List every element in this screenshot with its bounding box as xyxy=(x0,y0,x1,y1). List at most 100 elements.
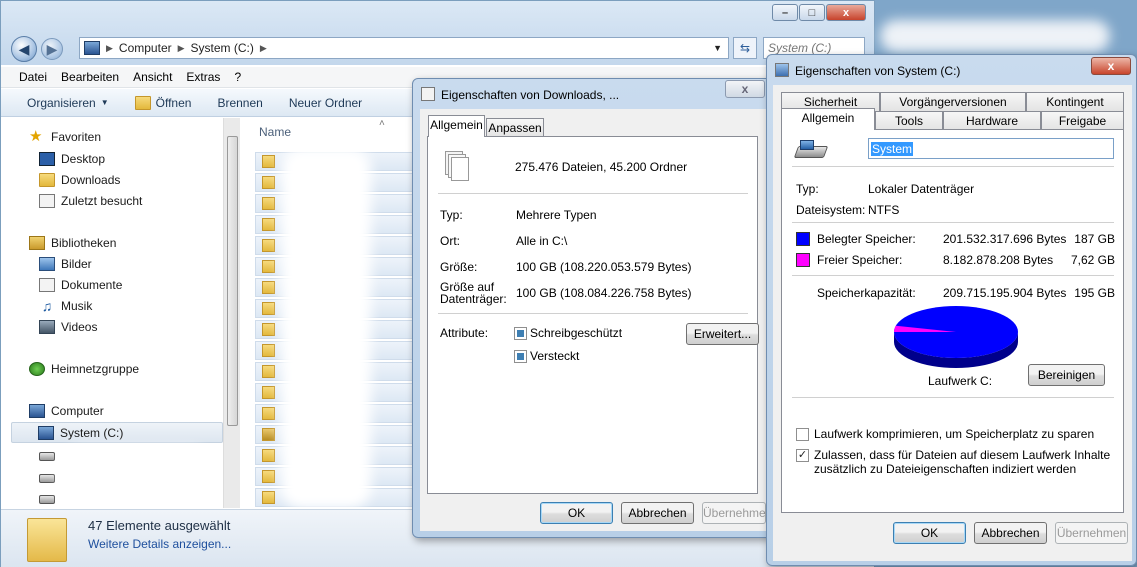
close-icon: x xyxy=(1107,59,1115,73)
hidden-checkbox[interactable] xyxy=(514,350,527,363)
more-details-link[interactable]: Weitere Details anzeigen... xyxy=(88,537,231,551)
minimize-button[interactable]: – xyxy=(772,4,798,21)
locked-folder-icon xyxy=(262,428,275,441)
drive-name-input[interactable]: System xyxy=(868,138,1114,159)
nav-documents[interactable]: Dokumente xyxy=(39,278,122,292)
nav-homegroup[interactable]: Heimnetzgruppe xyxy=(29,362,139,376)
disk-cleanup-button[interactable]: Bereinigen xyxy=(1028,364,1105,386)
column-header-name[interactable]: Name xyxy=(259,125,291,139)
nav-desktop[interactable]: Desktop xyxy=(39,152,105,166)
capacity-label: Speicherkapazität: xyxy=(817,286,916,300)
nav-computer[interactable]: Computer xyxy=(29,404,104,418)
compress-drive-label[interactable]: Laufwerk komprimieren, um Speicherplatz … xyxy=(814,427,1094,441)
address-bar[interactable]: ▶ Computer ▶ System (C:) ▶ ▼ xyxy=(79,37,729,59)
advanced-button[interactable]: Erweitert... xyxy=(686,323,759,345)
scrollbar-thumb[interactable] xyxy=(227,136,238,426)
apply-button[interactable]: Übernehmen xyxy=(1055,522,1128,544)
type-value: Lokaler Datenträger xyxy=(868,182,975,196)
close-button[interactable]: x xyxy=(1091,57,1131,75)
breadcrumb-system-drive[interactable]: System (C:) xyxy=(191,41,254,55)
tab-general[interactable]: Allgemein xyxy=(428,115,485,137)
drive-icon xyxy=(39,474,55,483)
cancel-button[interactable]: Abbrechen xyxy=(974,522,1047,544)
redacted-area xyxy=(281,148,371,508)
used-space-swatch xyxy=(796,232,810,246)
menu-edit[interactable]: Bearbeiten xyxy=(61,70,119,84)
tab-hardware[interactable]: Hardware xyxy=(943,111,1041,130)
apply-button[interactable]: Übernehmen xyxy=(702,502,766,524)
nav-system-drive[interactable]: System (C:) xyxy=(11,422,223,443)
ok-button[interactable]: OK xyxy=(893,522,966,544)
nav-drive[interactable] xyxy=(39,474,55,483)
nav-videos[interactable]: Videos xyxy=(39,320,97,334)
breadcrumb-computer[interactable]: Computer xyxy=(119,41,172,55)
filesystem-label: Dateisystem: xyxy=(796,203,866,217)
nav-libraries[interactable]: Bibliotheken xyxy=(29,236,116,250)
maximize-button[interactable]: □ xyxy=(799,4,825,21)
tab-sharing[interactable]: Freigabe xyxy=(1041,111,1124,130)
nav-pictures[interactable]: Bilder xyxy=(39,257,92,271)
recent-places-icon xyxy=(39,194,55,208)
nav-label: Dokumente xyxy=(61,278,123,292)
folder-icon xyxy=(262,239,275,252)
cancel-button[interactable]: Abbrechen xyxy=(621,502,694,524)
open-button[interactable]: Öffnen xyxy=(134,95,191,110)
nav-recent[interactable]: Zuletzt besucht xyxy=(39,194,142,208)
address-dropdown-icon[interactable]: ▼ xyxy=(713,43,722,53)
compress-drive-checkbox[interactable] xyxy=(796,428,809,441)
nav-music[interactable]: ♫ Musik xyxy=(39,299,93,313)
nav-label: Favoriten xyxy=(51,130,102,144)
index-contents-label-2[interactable]: zusätzlich zu Dateieigenschaften indizie… xyxy=(814,462,1076,476)
folder-icon xyxy=(262,218,275,231)
readonly-checkbox[interactable] xyxy=(514,327,527,340)
ok-button[interactable]: OK xyxy=(540,502,613,524)
tab-customize[interactable]: Anpassen xyxy=(486,118,544,137)
new-folder-button[interactable]: Neuer Ordner xyxy=(289,96,362,110)
folder-icon xyxy=(262,197,275,210)
nav-label: Musik xyxy=(61,299,93,313)
free-space-gb: 7,62 GB xyxy=(1070,253,1115,267)
refresh-button[interactable]: ⇆ xyxy=(733,37,757,59)
index-contents-checkbox[interactable]: ✓ xyxy=(796,449,809,462)
computer-icon xyxy=(84,41,100,55)
item-summary: 275.476 Dateien, 45.200 Ordner xyxy=(515,160,688,174)
folder-icon xyxy=(262,302,275,315)
nav-label: Computer xyxy=(51,404,104,418)
nav-favorites[interactable]: ★ Favoriten xyxy=(29,129,102,144)
back-button[interactable]: ◀ xyxy=(11,36,37,62)
breadcrumb-separator-icon[interactable]: ▶ xyxy=(260,43,267,54)
forward-button[interactable]: ▶ xyxy=(41,38,63,60)
tab-previous-versions[interactable]: Vorgängerversionen xyxy=(880,92,1026,111)
folder-icon xyxy=(262,344,275,357)
hard-drive-icon xyxy=(793,140,829,162)
organize-button[interactable]: Organisieren ▼ xyxy=(27,96,109,110)
drive-properties-icon xyxy=(775,63,789,77)
nav-drive[interactable] xyxy=(39,452,55,461)
close-button[interactable]: x xyxy=(725,80,765,98)
menu-tools[interactable]: Extras xyxy=(186,70,220,84)
hidden-label[interactable]: Versteckt xyxy=(530,349,579,363)
readonly-label[interactable]: Schreibgeschützt xyxy=(530,326,622,340)
tab-tools[interactable]: Tools xyxy=(875,111,943,130)
back-arrow-icon: ◀ xyxy=(18,40,30,57)
navigation-scrollbar[interactable] xyxy=(223,118,240,508)
index-contents-label[interactable]: Zulassen, dass für Dateien auf diesem La… xyxy=(814,448,1110,462)
tab-quota[interactable]: Kontingent xyxy=(1026,92,1124,111)
filesystem-value: NTFS xyxy=(868,203,900,217)
dialog-body: Allgemein Anpassen 275.476 Dateien, 45.2… xyxy=(420,109,766,531)
menu-help[interactable]: ? xyxy=(234,70,241,84)
menu-file[interactable]: Datei xyxy=(19,70,47,84)
capacity-bytes: 209.715.195.904 Bytes xyxy=(943,286,1067,300)
folder-stack-icon xyxy=(27,518,67,562)
close-button[interactable]: x xyxy=(826,4,866,21)
nav-drive[interactable] xyxy=(39,495,55,504)
breadcrumb-separator-icon[interactable]: ▶ xyxy=(106,43,113,54)
menu-view[interactable]: Ansicht xyxy=(133,70,172,84)
system-drive-icon xyxy=(38,425,54,440)
nav-label: Videos xyxy=(61,320,98,334)
tab-general[interactable]: Allgemein xyxy=(781,108,875,130)
breadcrumb-separator-icon[interactable]: ▶ xyxy=(178,43,185,54)
nav-downloads[interactable]: Downloads xyxy=(39,173,120,187)
downloads-folder-icon xyxy=(39,173,55,187)
burn-button[interactable]: Brennen xyxy=(217,96,262,110)
